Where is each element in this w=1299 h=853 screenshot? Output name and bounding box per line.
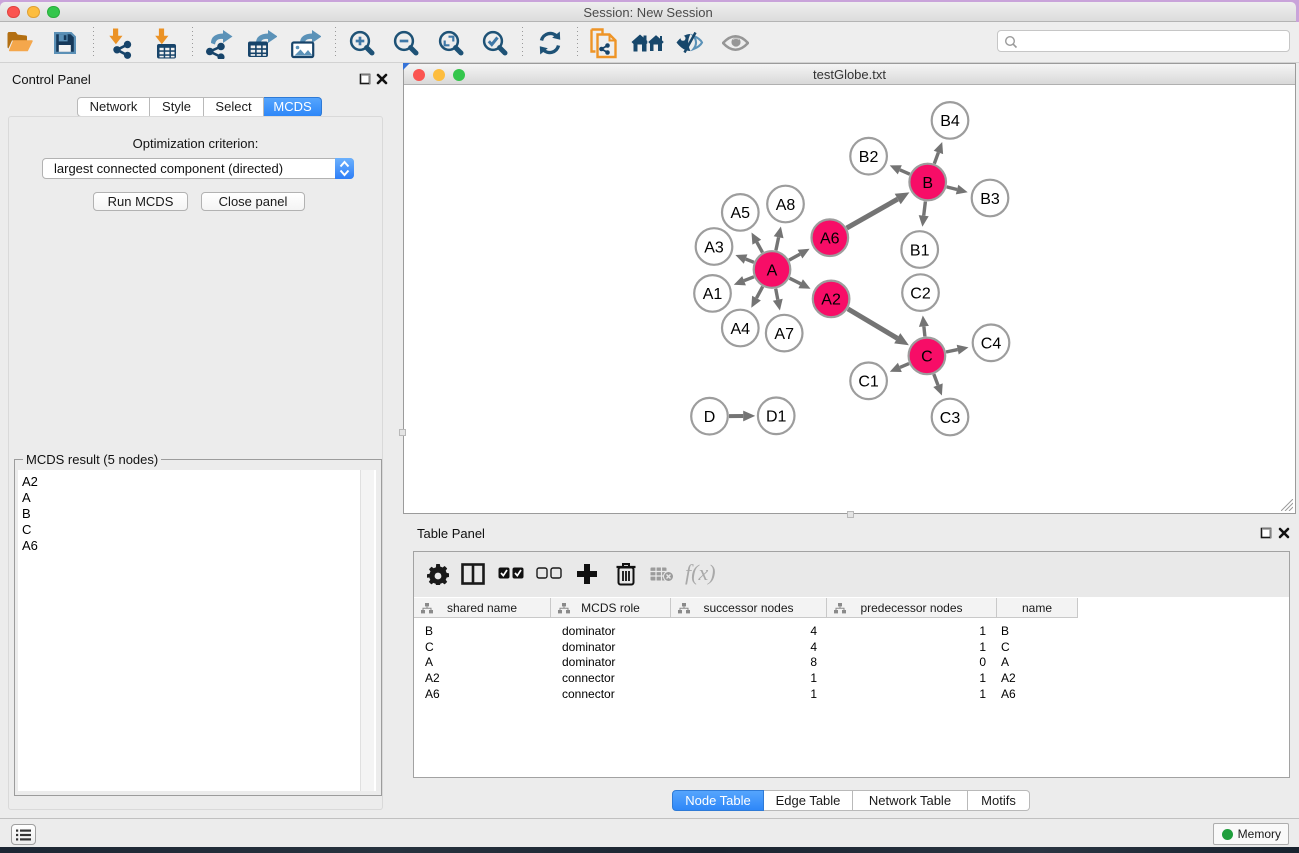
svg-text:C1: C1 (858, 374, 879, 391)
svg-text:D1: D1 (766, 409, 787, 426)
svg-text:C4: C4 (981, 336, 1002, 353)
svg-text:B1: B1 (910, 242, 930, 259)
svg-text:A1: A1 (703, 286, 723, 303)
svg-text:A2: A2 (821, 292, 841, 309)
svg-text:B: B (922, 175, 933, 192)
svg-text:B4: B4 (940, 113, 960, 130)
svg-text:A8: A8 (776, 197, 796, 214)
svg-text:A6: A6 (820, 231, 840, 248)
svg-text:C2: C2 (910, 285, 931, 302)
svg-text:A5: A5 (731, 205, 751, 222)
svg-text:C: C (921, 349, 933, 366)
svg-text:D: D (704, 409, 716, 426)
svg-text:A: A (767, 262, 778, 279)
svg-text:B3: B3 (980, 191, 1000, 208)
svg-text:A3: A3 (704, 239, 724, 256)
svg-text:A4: A4 (731, 321, 751, 338)
svg-text:A7: A7 (774, 326, 794, 343)
svg-text:C3: C3 (940, 410, 961, 427)
svg-text:B2: B2 (859, 149, 879, 166)
